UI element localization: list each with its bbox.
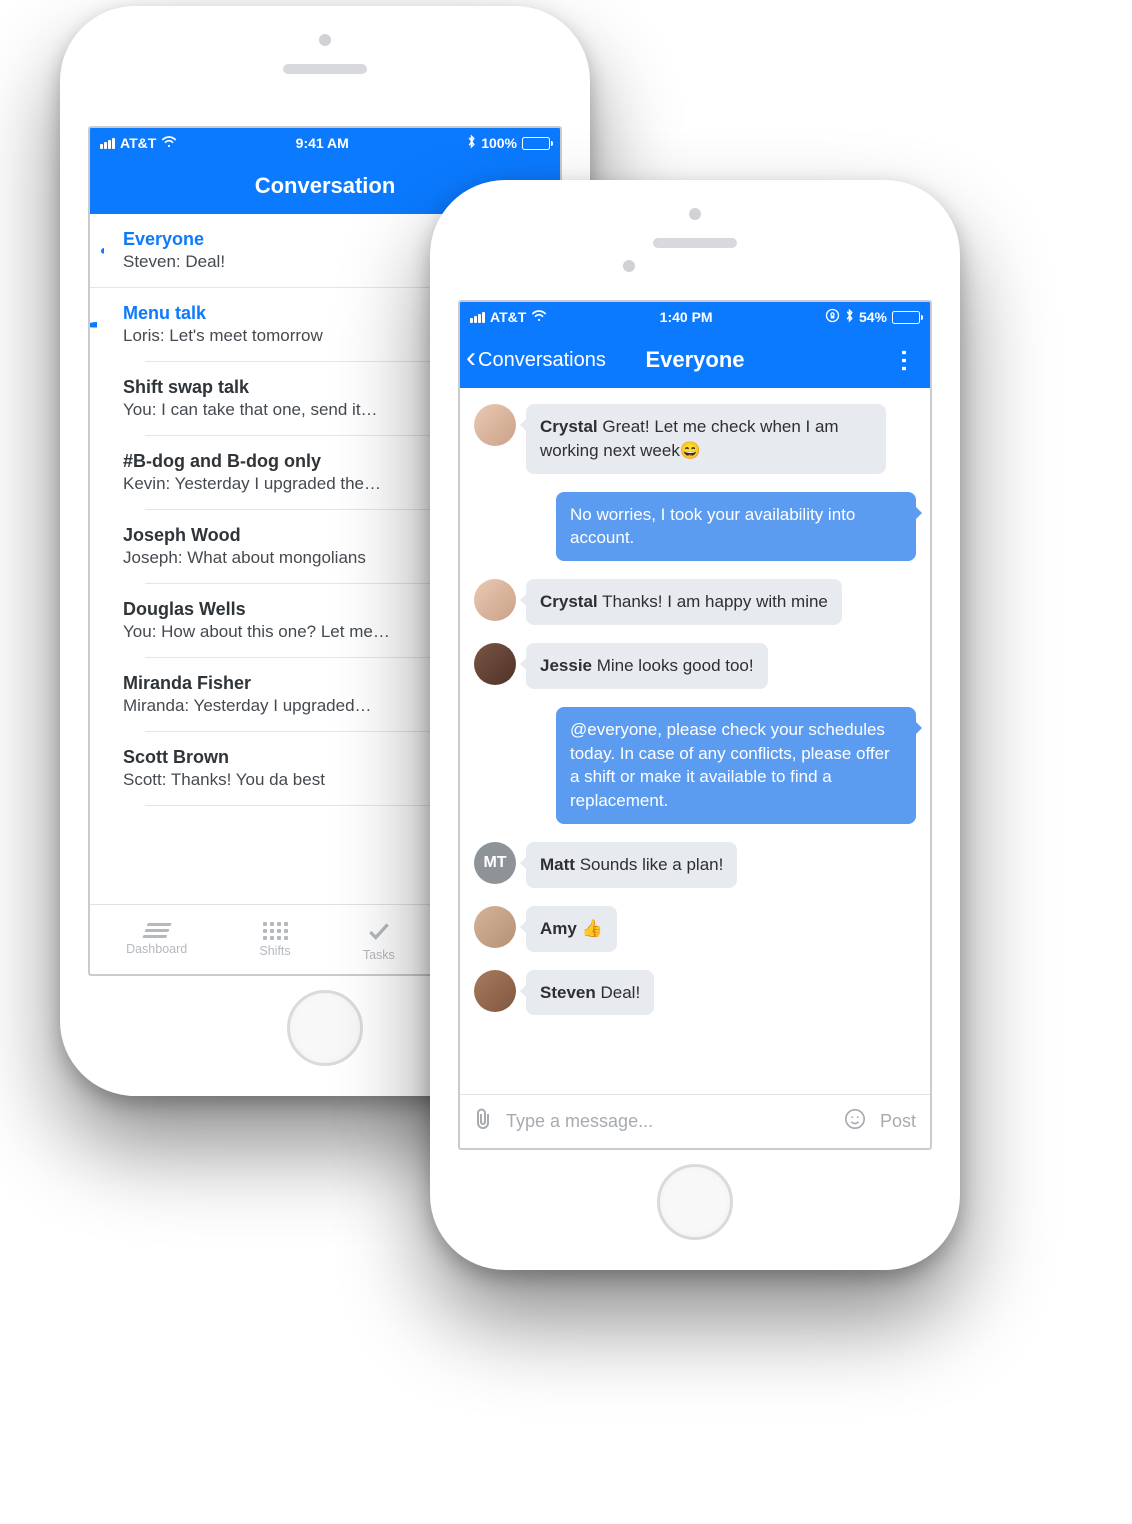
avatar [474,404,516,446]
avatar [474,643,516,685]
message-sender: Crystal [540,417,598,436]
message-incoming: Steven Deal! [474,970,916,1016]
battery-percent-label: 54% [859,309,887,325]
message-bubble: No worries, I took your availability int… [556,492,916,562]
back-button[interactable]: ‹ Conversations [466,347,606,373]
message-sender: Amy [540,919,577,938]
message-text: @everyone, please check your schedules t… [570,720,890,810]
tab-shifts[interactable]: Shifts [255,916,294,964]
unread-ring-icon [90,322,107,328]
screen: AT&T 1:40 PM 54% ‹ Conversations [458,300,932,1150]
home-button[interactable] [657,1164,733,1240]
bluetooth-icon [845,308,854,327]
nav-bar: ‹ Conversations Everyone ⋯ [460,332,930,388]
tab-tasks[interactable]: Tasks [359,912,399,968]
message-sender: Jessie [540,656,592,675]
wifi-icon [161,135,177,152]
dashboard-icon [142,923,171,938]
more-options-button[interactable]: ⋯ [890,348,919,372]
compose-bar: Post [460,1094,930,1148]
message-text: Deal! [600,983,640,1002]
tab-dashboard[interactable]: Dashboard [122,917,191,962]
message-bubble: @everyone, please check your schedules t… [556,707,916,824]
message-sender: Matt [540,855,575,874]
nav-title: Conversation [255,173,396,199]
message-text: Thanks! I am happy with mine [602,592,828,611]
post-button[interactable]: Post [880,1111,916,1132]
message-bubble: Jessie Mine looks good too! [526,643,768,689]
tasks-icon [365,918,393,944]
message-sender: Crystal [540,592,598,611]
phone-chat-thread: AT&T 1:40 PM 54% ‹ Conversations [430,180,960,1270]
chevron-left-icon: ‹ [466,343,476,373]
message-text: No worries, I took your availability int… [570,505,855,548]
clock-label: 9:41 AM [296,135,349,151]
wifi-icon [531,309,547,326]
battery-icon [892,311,920,324]
message-text: 👍 [582,919,603,938]
message-text: Sounds like a plan! [580,855,724,874]
message-incoming: MTMatt Sounds like a plan! [474,842,916,888]
shifts-icon [263,922,288,940]
back-label: Conversations [478,349,606,372]
message-bubble: Steven Deal! [526,970,654,1016]
signal-bars-icon [100,138,115,149]
clock-label: 1:40 PM [660,309,713,325]
nav-title: Everyone [645,347,744,373]
bluetooth-icon [467,134,476,153]
message-outgoing: @everyone, please check your schedules t… [474,707,916,824]
avatar [474,970,516,1012]
status-bar: AT&T 1:40 PM 54% [460,302,930,332]
tab-label: Dashboard [126,942,187,956]
message-incoming: Crystal Great! Let me check when I am wo… [474,404,916,474]
emoji-icon[interactable] [844,1108,866,1135]
carrier-label: AT&T [490,309,526,325]
message-incoming: Amy 👍 [474,906,916,952]
message-text: Mine looks good too! [597,656,754,675]
home-button[interactable] [287,990,363,1066]
message-outgoing: No worries, I took your availability int… [474,492,916,562]
message-bubble: Amy 👍 [526,906,617,952]
message-incoming: Crystal Thanks! I am happy with mine [474,579,916,625]
avatar [474,906,516,948]
tab-label: Shifts [259,944,290,958]
tab-label: Tasks [363,948,395,962]
message-bubble: Crystal Great! Let me check when I am wo… [526,404,886,474]
attachment-icon[interactable] [474,1108,492,1135]
avatar [474,579,516,621]
carrier-label: AT&T [120,135,156,151]
message-bubble: Crystal Thanks! I am happy with mine [526,579,842,625]
unread-ring-icon [101,248,107,254]
signal-bars-icon [470,312,485,323]
orientation-lock-icon [825,308,840,327]
message-sender: Steven [540,983,596,1002]
status-bar: AT&T 9:41 AM 100% [90,128,560,158]
battery-icon [522,137,550,150]
message-bubble: Matt Sounds like a plan! [526,842,737,888]
message-input[interactable] [506,1111,830,1132]
battery-percent-label: 100% [481,135,517,151]
message-incoming: Jessie Mine looks good too! [474,643,916,689]
message-thread[interactable]: Crystal Great! Let me check when I am wo… [460,388,930,1094]
avatar: MT [474,842,516,884]
